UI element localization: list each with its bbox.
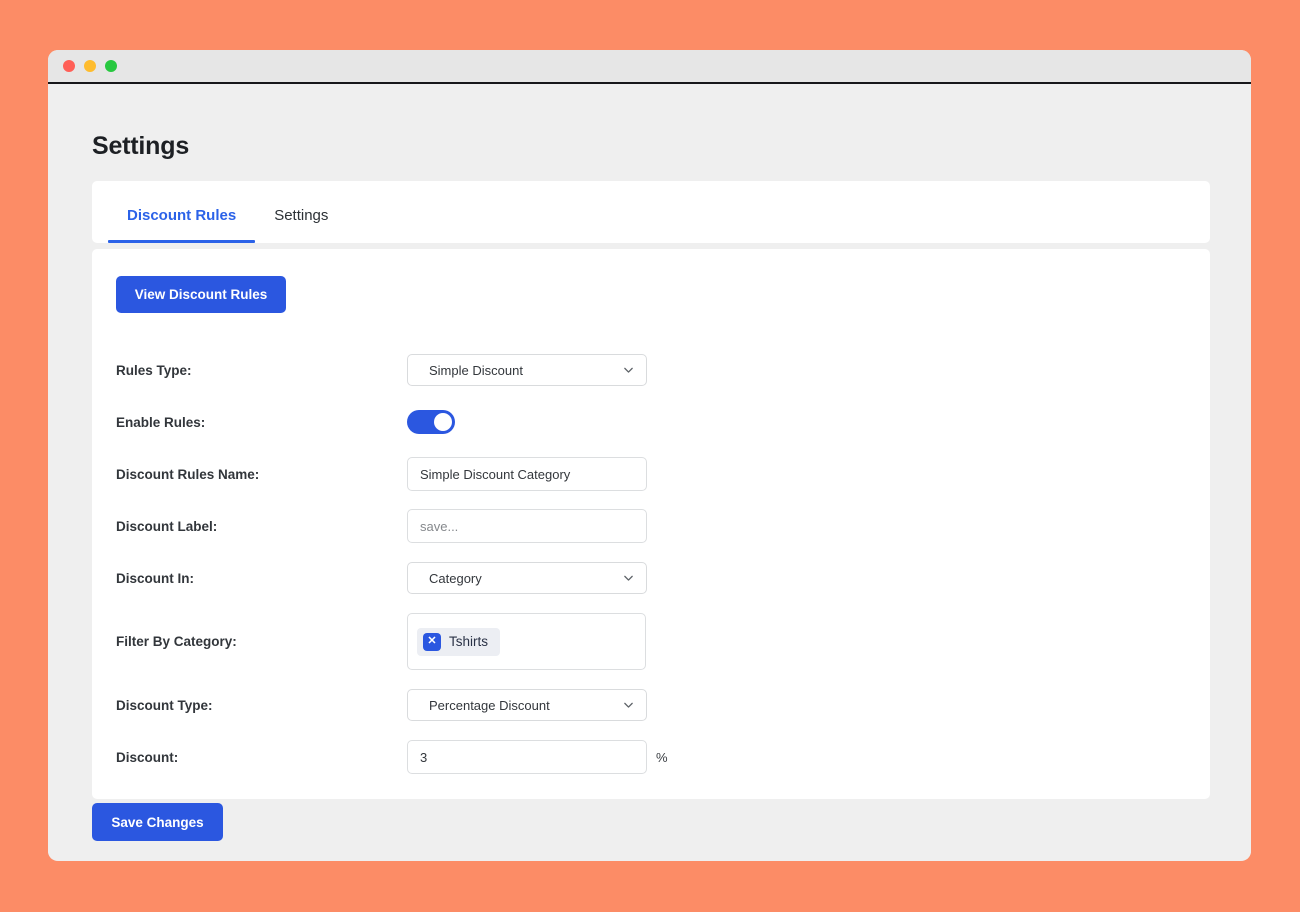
form-row-rules-type: Rules Type: Simple Discount [92,344,1210,396]
form-row-discount-label: Discount Label: [92,500,1210,552]
form-row-filter-by-category: Filter By Category: ✕ Tshirts [92,604,1210,679]
field-discount-label [407,509,647,543]
discount-rules-name-input[interactable] [407,457,647,491]
discount-rules-panel: View Discount Rules Rules Type: Simple D… [92,249,1210,799]
field-discount-in: Category [407,562,647,594]
field-rules-type: Simple Discount [407,354,647,386]
app-window: Settings Discount Rules Settings View Di… [48,50,1251,861]
window-minimize-button[interactable] [84,60,96,72]
view-discount-rules-button[interactable]: View Discount Rules [116,276,286,313]
window-titlebar [48,50,1251,84]
label-discount-in: Discount In: [116,570,194,586]
discount-value-input[interactable] [407,740,647,774]
form-row-discount: Discount: % [92,731,1210,783]
category-tag: ✕ Tshirts [417,627,501,656]
save-changes-button[interactable]: Save Changes [92,803,223,841]
page-body: Settings Discount Rules Settings View Di… [48,84,1251,859]
enable-rules-toggle[interactable] [407,410,455,434]
form-row-discount-in: Discount In: Category [92,552,1210,604]
discount-label-input[interactable] [407,509,647,543]
label-discount-rules-name: Discount Rules Name: [116,466,260,482]
percent-suffix: % [656,749,668,765]
field-filter-by-category: ✕ Tshirts [407,613,646,670]
form-row-discount-rules-name: Discount Rules Name: [92,448,1210,500]
filter-by-category-multiselect[interactable]: ✕ Tshirts [407,613,646,670]
label-discount-type: Discount Type: [116,697,213,713]
discount-type-select[interactable]: Percentage Discount [407,689,647,721]
close-icon[interactable]: ✕ [423,632,441,651]
page-title: Settings [92,132,190,160]
tabs-card: Discount Rules Settings [92,181,1210,243]
discount-in-select[interactable]: Category [407,562,647,594]
discount-rules-form: Rules Type: Simple Discount Enable Rules… [92,344,1210,783]
discount-in-select-value: Category [429,570,482,586]
field-enable-rules [407,410,455,434]
form-row-enable-rules: Enable Rules: [92,396,1210,448]
tab-list: Discount Rules Settings [92,181,1210,243]
tab-discount-rules[interactable]: Discount Rules [108,208,256,243]
category-tag-label: Tshirts [449,634,489,649]
rules-type-select-value: Simple Discount [429,362,523,378]
label-filter-by-category: Filter By Category: [116,634,237,649]
field-discount-type: Percentage Discount [407,689,647,721]
toggle-knob [434,413,452,431]
window-maximize-button[interactable] [105,60,117,72]
chevron-down-icon [622,572,635,585]
discount-type-select-value: Percentage Discount [429,697,550,713]
form-row-discount-type: Discount Type: Percentage Discount [92,679,1210,731]
field-discount-rules-name [407,457,647,491]
chevron-down-icon [622,364,635,377]
chevron-down-icon [622,699,635,712]
label-discount: Discount: [116,749,179,765]
label-rules-type: Rules Type: [116,362,192,378]
field-discount: % [407,740,668,774]
rules-type-select[interactable]: Simple Discount [407,354,647,386]
label-discount-label: Discount Label: [116,518,218,534]
label-enable-rules: Enable Rules: [116,414,206,430]
tab-settings[interactable]: Settings [255,208,347,243]
window-close-button[interactable] [63,60,75,72]
